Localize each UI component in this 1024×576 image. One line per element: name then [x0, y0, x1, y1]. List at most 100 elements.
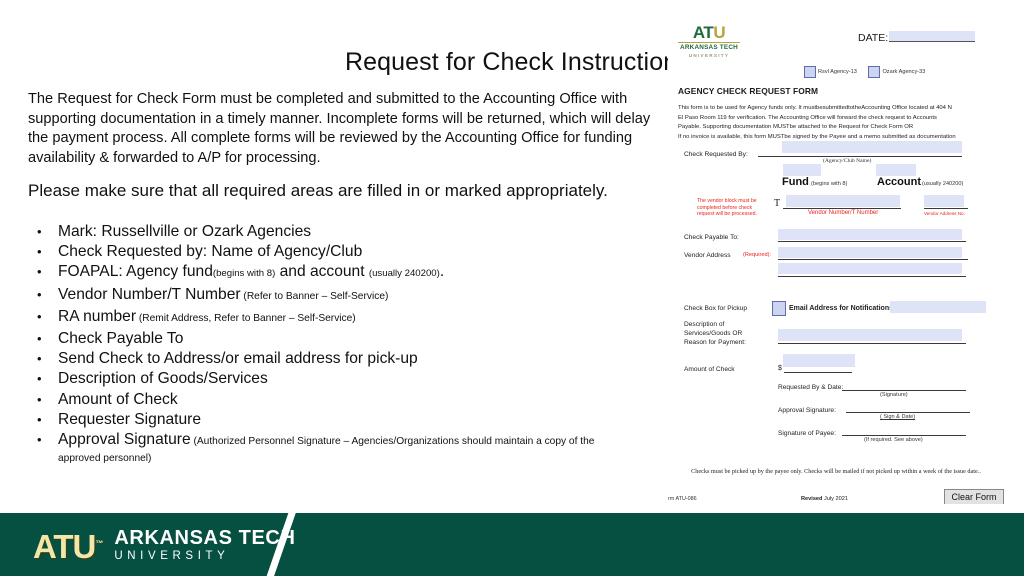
vendor-address-line2-input[interactable]	[778, 263, 962, 274]
requested-by-date-line[interactable]	[842, 390, 966, 391]
bullet-tail: .	[439, 263, 445, 281]
description-input[interactable]	[778, 329, 962, 341]
vendor-address-line1-underline	[778, 259, 968, 260]
checkbox-rsvl-agency[interactable]	[804, 66, 816, 78]
account-label: Account	[877, 176, 921, 188]
account-note: (usually 240200)	[922, 181, 964, 187]
revised-rest: July 2021	[822, 496, 848, 502]
description-label-line3: Reason for Payment:	[684, 339, 746, 346]
vendor-address-no-caption: Vendor Address No.	[924, 211, 965, 216]
intro-paragraph: The Request for Check Form must be compl…	[28, 91, 651, 166]
signature-of-payee-caption: (If required. See above)	[864, 437, 923, 443]
email-notifications-label: Email Address for Notifications	[789, 305, 893, 312]
bullet-icon: •	[37, 224, 42, 239]
signature-of-payee-line[interactable]	[842, 435, 966, 436]
bullet-icon: •	[37, 244, 42, 260]
amount-underline	[784, 372, 852, 373]
amount-currency-symbol: $	[778, 365, 782, 372]
list-item: • Check Requested by: Name of Agency/Club	[30, 242, 670, 262]
list-item: • FOAPAL: Agency fund(begins with 8) and …	[30, 262, 670, 284]
approval-signature-label: Approval Signature:	[778, 407, 836, 414]
checkbox-pickup[interactable]	[772, 301, 786, 316]
form-number: rm ATU-086	[668, 496, 697, 502]
banner-logo: ATU™ ARKANSAS TECH UNIVERSITY	[33, 527, 296, 563]
check-requested-by-input[interactable]	[782, 141, 962, 153]
vendor-block-warning: The vendor block must be completed befor…	[697, 198, 757, 218]
form-logo-wordmark: ATU	[692, 23, 726, 42]
revised-bold: Revised	[801, 496, 823, 502]
check-payable-to-input[interactable]	[778, 229, 962, 240]
vendor-address-line2-underline	[778, 276, 966, 277]
description-label-line2: Services/Goods OR	[684, 330, 743, 337]
check-box-for-pickup-label: Check Box for Pickup	[684, 305, 748, 312]
signature-of-payee-label: Signature of Payee:	[778, 430, 836, 437]
form-instruction-line: Payable. Supporting documentation MUSTbe…	[678, 124, 914, 131]
bullet-text-2: and account	[275, 263, 369, 281]
trademark-icon: ™	[95, 539, 103, 548]
form-instructions-paragraph: This form is to be used for Agency funds…	[678, 104, 990, 142]
list-item: • Description of Goods/Services	[30, 369, 670, 389]
banner-atu-wordmark: ATU™	[33, 528, 103, 565]
check-payable-to-underline	[778, 241, 966, 242]
bullet-icon: •	[37, 351, 42, 367]
form-instruction-line: This form is to be used for Agency funds…	[678, 105, 952, 111]
bullet-text: RA number	[58, 307, 137, 325]
page-title: Request for Check Instructions	[345, 48, 690, 76]
bullet-text: Amount of Check	[58, 390, 178, 408]
signature-caption: (Signature)	[880, 392, 908, 398]
checkbox-rsvl-agency-label: Rsvl Agency-13	[818, 69, 857, 75]
form-instruction-line: El Paso Room 119 for verification. The A…	[678, 114, 937, 121]
list-item: • Mark: Russellville or Ozark Agencies	[30, 222, 670, 242]
requested-by-date-label: Requested By & Date:	[778, 384, 844, 391]
vendor-number-underline	[783, 208, 901, 209]
t-prefix: T	[774, 198, 781, 209]
atu-footer-banner: ATU™ ARKANSAS TECH UNIVERSITY	[0, 513, 1024, 576]
agency-checkbox-group: Rsvl Agency-13 Ozark Agency-33	[804, 66, 935, 78]
vendor-number-caption: Vendor Number/T Number	[808, 210, 879, 216]
fund-input[interactable]	[783, 164, 821, 176]
list-item: • Requester Signature	[30, 410, 670, 430]
vendor-address-required-note: (Required):	[743, 252, 771, 258]
bullet-icon: •	[37, 391, 42, 407]
vendor-address-no-underline	[924, 208, 968, 209]
vendor-address-label: Vendor Address	[684, 252, 731, 259]
list-item: • Vendor Number/T Number (Refer to Banner…	[30, 285, 670, 307]
date-label: DATE:	[858, 32, 889, 44]
bullet-icon: •	[37, 308, 42, 324]
bullet-note-wrap: approved personnel)	[58, 453, 152, 465]
vendor-address-no-input[interactable]	[924, 195, 964, 207]
approval-signature-line[interactable]	[846, 412, 970, 413]
bullet-icon: •	[37, 264, 42, 280]
form-atu-logo: ATU ARKANSAS TECH UNIVERSITY	[678, 24, 740, 59]
vendor-number-input[interactable]	[786, 195, 900, 207]
account-input[interactable]	[876, 164, 916, 176]
date-input[interactable]	[889, 31, 975, 41]
bullet-text: FOAPAL: Agency fund	[58, 263, 213, 281]
vendor-address-line1-input[interactable]	[778, 247, 962, 258]
instruction-bullet-list: • Mark: Russellville or Ozark Agencies • C…	[30, 222, 670, 466]
list-item: • Check Payable To	[30, 329, 670, 349]
bullet-icon: •	[37, 371, 42, 387]
subheading: Please make sure that all required areas…	[28, 181, 608, 200]
bullet-text: Send Check to Address/or email address f…	[58, 350, 418, 368]
list-item: • Send Check to Address/or email address …	[30, 349, 670, 369]
agency-check-request-form-image: ATU ARKANSAS TECH UNIVERSITY DATE: Rsvl …	[668, 18, 1008, 504]
banner-line2: UNIVERSITY	[114, 549, 230, 562]
clear-form-button[interactable]: Clear Form	[944, 489, 1004, 504]
form-logo-line2: UNIVERSITY	[688, 53, 730, 58]
bullet-note-2: (usually 240200)	[368, 268, 440, 280]
form-revised-date: Revised July 2021	[801, 496, 848, 502]
approval-signature-caption: ( Sign & Date)	[880, 414, 916, 420]
email-notifications-input[interactable]	[890, 301, 986, 313]
bullet-note: (begins with 8)	[212, 268, 276, 280]
checkbox-ozark-agency[interactable]	[868, 66, 881, 78]
date-underline	[889, 41, 975, 42]
bullet-text: Vendor Number/T Number	[58, 285, 241, 303]
form-heading: AGENCY CHECK REQUEST FORM	[678, 86, 819, 96]
form-footer-note: Checks must be picked up by the payee on…	[691, 468, 981, 475]
bullet-text: Description of Goods/Services	[58, 370, 268, 388]
banner-line1: ARKANSAS TECH	[114, 526, 296, 549]
bullet-text: Check Payable To	[58, 330, 184, 348]
list-item: • Approval Signature (Authorized Personne…	[30, 430, 670, 466]
amount-input[interactable]	[783, 354, 855, 367]
